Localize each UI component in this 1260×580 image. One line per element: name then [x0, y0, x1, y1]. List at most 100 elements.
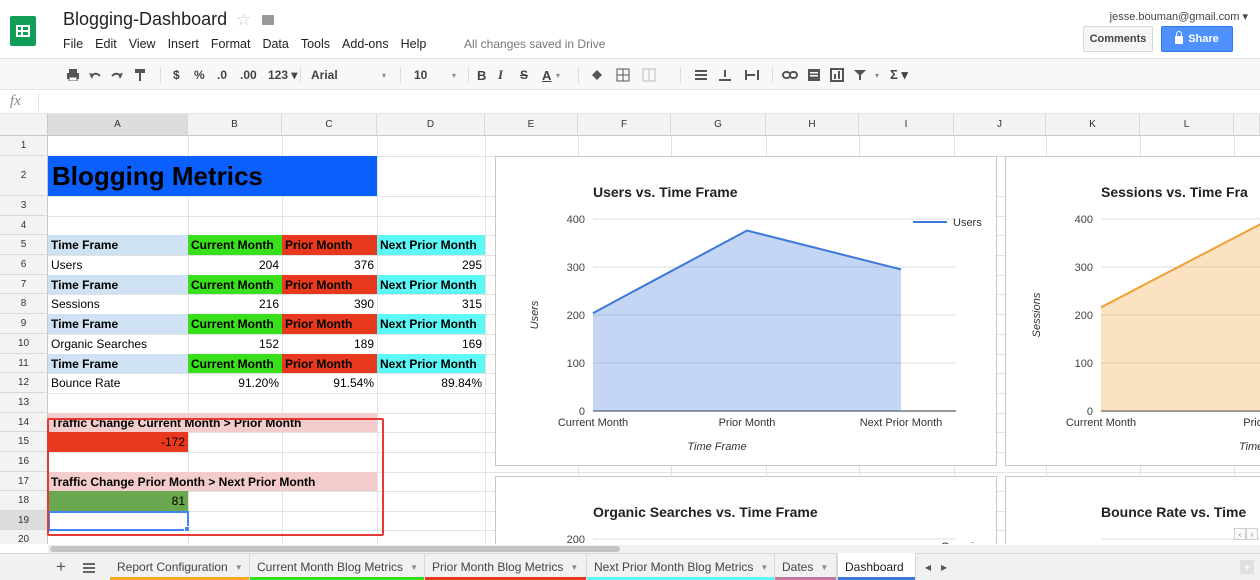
metric-prior-cell[interactable]: 189: [282, 334, 377, 354]
column-header-i[interactable]: I: [859, 114, 954, 136]
time-frame-header[interactable]: Time Frame: [48, 354, 188, 373]
metric-current-cell[interactable]: 152: [188, 334, 282, 354]
add-sheet-icon[interactable]: +: [56, 557, 66, 577]
all-sheets-icon[interactable]: [83, 563, 95, 573]
column-header-b[interactable]: B: [188, 114, 282, 136]
metric-prior-cell[interactable]: 390: [282, 294, 377, 314]
menu-view[interactable]: View: [129, 37, 156, 51]
account-email[interactable]: jesse.bouman@gmail.com ▾: [1110, 10, 1248, 23]
currency-format-button[interactable]: $: [173, 59, 180, 91]
folder-icon[interactable]: [262, 15, 274, 25]
document-title[interactable]: Blogging-Dashboard: [63, 9, 227, 30]
users-chart[interactable]: Users vs. Time Frame 0 100 200 300 400 Current…: [495, 156, 997, 466]
row-header-5[interactable]: 5: [0, 235, 48, 255]
tab-report-configuration[interactable]: Report Configuration ▼: [110, 554, 250, 580]
font-size-dropdown[interactable]: 10: [414, 59, 427, 91]
menu-format[interactable]: Format: [211, 37, 251, 51]
metric-current-cell[interactable]: 91.20%: [188, 373, 282, 393]
time-frame-header[interactable]: Time Frame: [48, 275, 188, 294]
insert-chart-icon[interactable]: [830, 68, 844, 82]
tab-chevron-down-icon[interactable]: ▼: [570, 563, 578, 572]
explore-icon[interactable]: +: [1240, 560, 1254, 574]
row-header-9[interactable]: 9: [0, 314, 48, 334]
row-header-15[interactable]: 15: [0, 432, 48, 452]
menu-addons[interactable]: Add-ons: [342, 37, 389, 51]
current-month-header[interactable]: Current Month: [188, 314, 282, 334]
fill-color-icon[interactable]: [590, 69, 604, 81]
tab-dashboard[interactable]: Dashboard: [837, 553, 916, 580]
column-header-a[interactable]: A: [48, 114, 188, 136]
menu-help[interactable]: Help: [401, 37, 427, 51]
borders-icon[interactable]: [616, 68, 630, 82]
menu-tools[interactable]: Tools: [301, 37, 330, 51]
bold-button[interactable]: B: [477, 59, 486, 91]
metric-prior-cell[interactable]: 91.54%: [282, 373, 377, 393]
vertical-align-icon[interactable]: [718, 69, 732, 81]
column-header-j[interactable]: J: [954, 114, 1046, 136]
column-header-k[interactable]: K: [1046, 114, 1140, 136]
column-header-g[interactable]: G: [671, 114, 766, 136]
row-header-20[interactable]: 20: [0, 530, 48, 544]
row-header-7[interactable]: 7: [0, 275, 48, 294]
font-family-dropdown[interactable]: Arial: [311, 59, 338, 91]
prior-month-header[interactable]: Prior Month: [282, 314, 377, 334]
metric-name-cell[interactable]: Sessions: [48, 294, 188, 314]
row-header-16[interactable]: 16: [0, 452, 48, 472]
star-icon[interactable]: ☆: [236, 10, 251, 30]
sheet-title[interactable]: Blogging Metrics: [48, 156, 377, 196]
scrollbar-thumb[interactable]: [50, 546, 620, 552]
insert-link-icon[interactable]: [782, 70, 798, 80]
tab-scroll-arrows[interactable]: ◂▸: [925, 560, 957, 574]
column-header-l[interactable]: L: [1140, 114, 1234, 136]
organic-searches-chart[interactable]: Organic Searches vs. Time Frame 200 Organi…: [495, 476, 997, 544]
row-header-10[interactable]: 10: [0, 334, 48, 354]
tab-chevron-down-icon[interactable]: ▼: [820, 563, 828, 572]
column-header-e[interactable]: E: [485, 114, 578, 136]
number-format-dropdown[interactable]: 123 ▾: [268, 59, 297, 91]
column-header-f[interactable]: F: [578, 114, 671, 136]
horizontal-align-icon[interactable]: [694, 69, 708, 81]
metric-current-cell[interactable]: 216: [188, 294, 282, 314]
tab-chevron-down-icon[interactable]: ▼: [235, 563, 243, 572]
tab-prior-month-blog-metrics[interactable]: Prior Month Blog Metrics ▼: [425, 554, 587, 580]
select-all-corner[interactable]: [0, 114, 48, 136]
increase-decimal-button[interactable]: .00: [240, 59, 257, 91]
redo-icon[interactable]: [110, 69, 124, 81]
text-color-button[interactable]: A: [542, 59, 551, 91]
metric-next-cell[interactable]: 89.84%: [377, 373, 485, 393]
menu-file[interactable]: File: [63, 37, 83, 51]
sessions-chart[interactable]: Sessions vs. Time Fra 0 100 200 300 400 Curren…: [1005, 156, 1260, 466]
paint-format-icon[interactable]: [134, 68, 146, 82]
prior-month-header[interactable]: Prior Month: [282, 275, 377, 294]
row-header-14[interactable]: 14: [0, 413, 48, 432]
menu-data[interactable]: Data: [262, 37, 288, 51]
row-header-1[interactable]: 1: [0, 136, 48, 156]
prior-month-header[interactable]: Prior Month: [282, 235, 377, 255]
row-header-8[interactable]: 8: [0, 294, 48, 314]
percent-format-button[interactable]: %: [194, 59, 205, 91]
current-month-header[interactable]: Current Month: [188, 354, 282, 373]
strikethrough-button[interactable]: S: [520, 59, 528, 91]
current-month-header[interactable]: Current Month: [188, 275, 282, 294]
current-month-header[interactable]: Current Month: [188, 235, 282, 255]
metric-prior-cell[interactable]: 376: [282, 255, 377, 275]
column-header-h[interactable]: H: [766, 114, 859, 136]
row-header-18[interactable]: 18: [0, 491, 48, 511]
next-prior-month-header[interactable]: Next Prior Month: [377, 354, 485, 373]
menu-insert[interactable]: Insert: [168, 37, 199, 51]
scroll-right-button[interactable]: ›: [1246, 528, 1258, 540]
metric-next-cell[interactable]: 295: [377, 255, 485, 275]
row-header-6[interactable]: 6: [0, 255, 48, 275]
undo-icon[interactable]: [88, 69, 102, 81]
share-button[interactable]: Share: [1161, 26, 1233, 52]
row-header-4[interactable]: 4: [0, 216, 48, 235]
size-chevron-down-icon[interactable]: ▾: [452, 59, 456, 91]
tab-chevron-down-icon[interactable]: ▼: [410, 563, 418, 572]
metric-next-cell[interactable]: 315: [377, 294, 485, 314]
text-color-chevron-down-icon[interactable]: ▾: [556, 59, 560, 91]
row-header-13[interactable]: 13: [0, 393, 48, 413]
row-header-3[interactable]: 3: [0, 196, 48, 216]
metric-name-cell[interactable]: Bounce Rate: [48, 373, 188, 393]
tab-current-month-blog-metrics[interactable]: Current Month Blog Metrics ▼: [250, 554, 425, 580]
time-frame-header[interactable]: Time Frame: [48, 235, 188, 255]
